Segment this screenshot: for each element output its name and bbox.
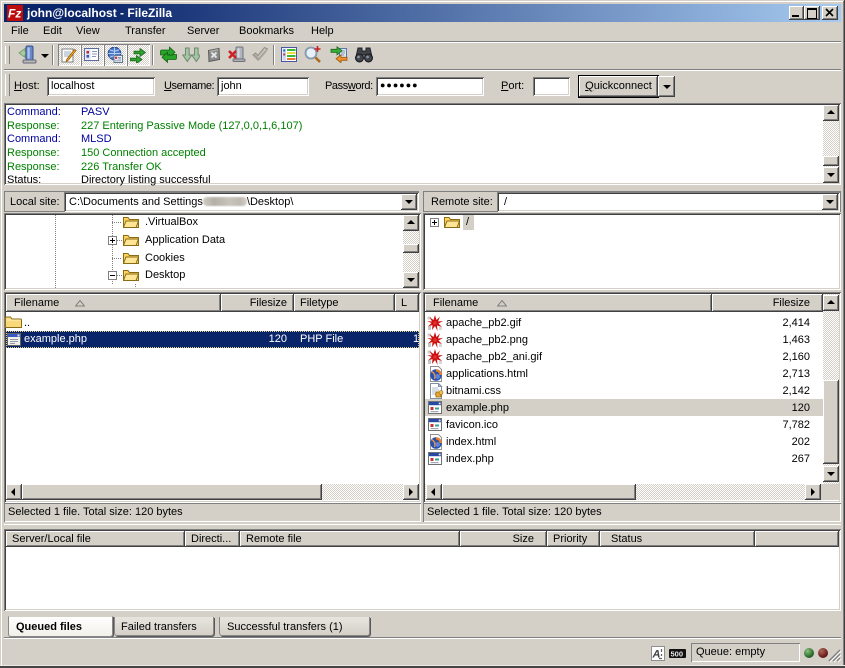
svg-text:500: 500 (671, 650, 684, 659)
svg-text:Fz: Fz (8, 7, 21, 21)
